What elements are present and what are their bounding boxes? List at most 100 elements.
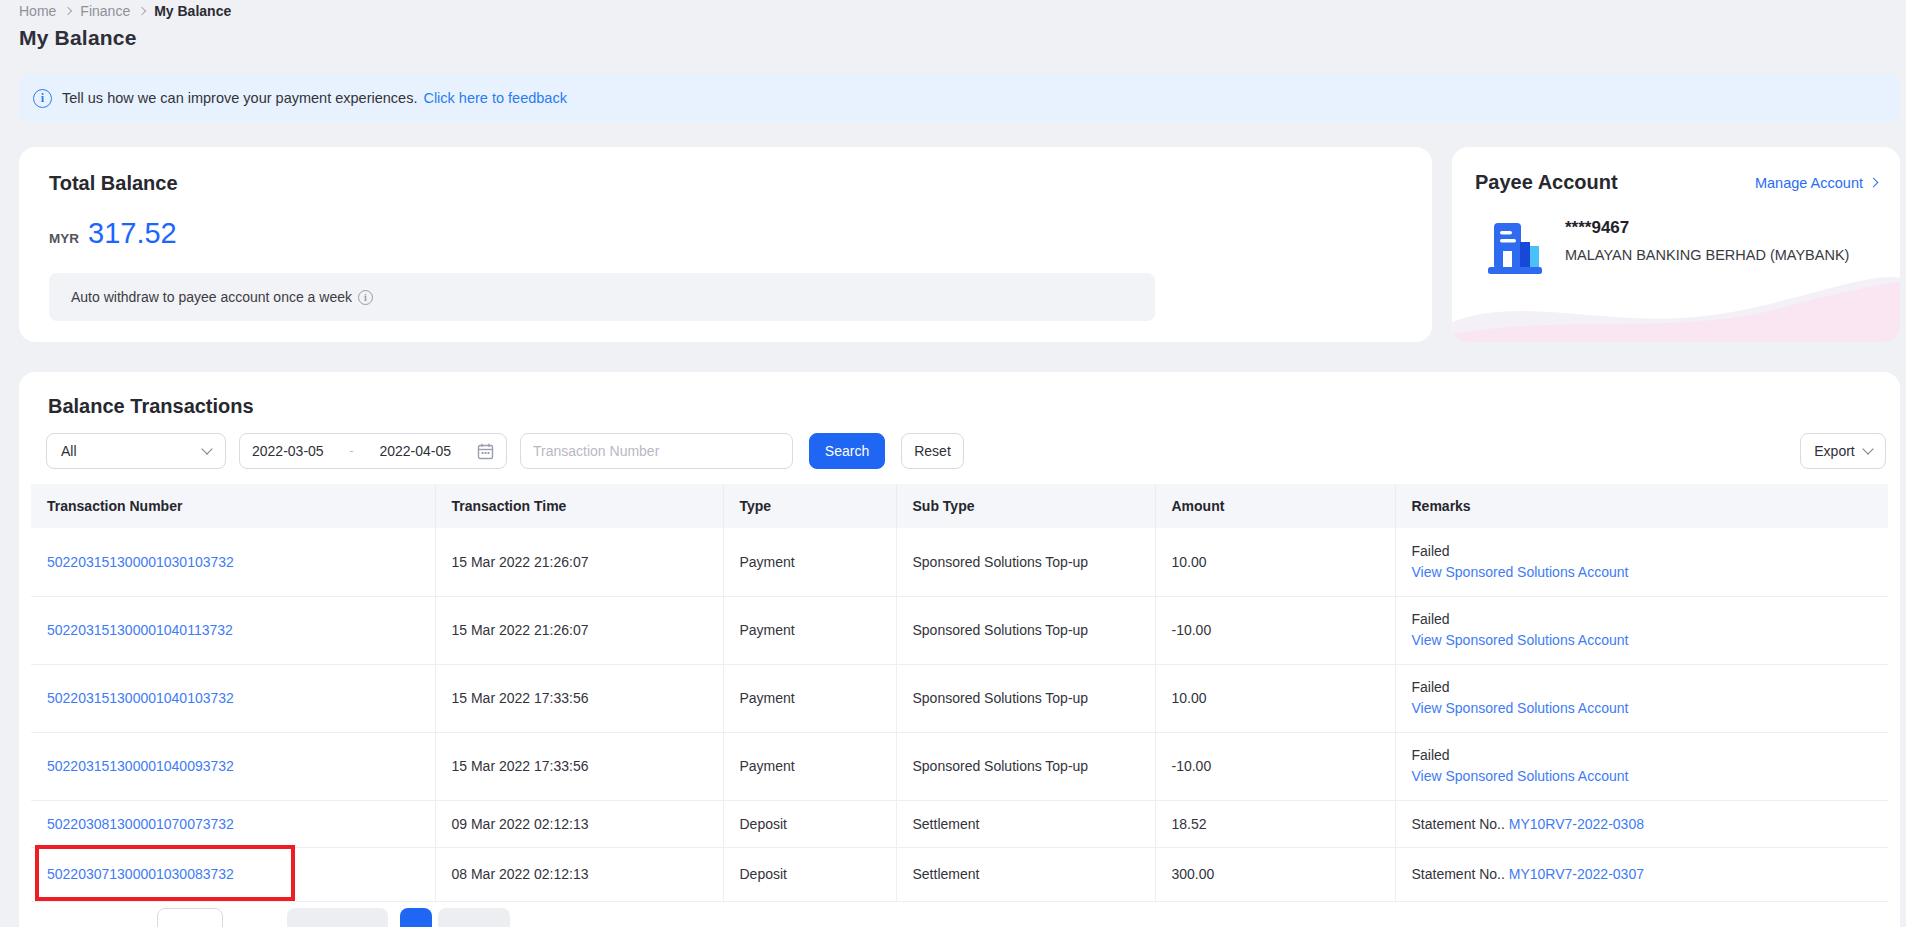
column-header: Transaction Number — [31, 484, 435, 528]
payee-account-number: ****9467 — [1565, 218, 1849, 238]
reset-button[interactable]: Reset — [901, 433, 964, 469]
remark-text: Failed — [1412, 541, 1873, 562]
view-account-link[interactable]: View Sponsored Solutions Account — [1412, 700, 1629, 716]
table-header-row: Transaction NumberTransaction TimeTypeSu… — [31, 484, 1888, 528]
transaction-remarks: Statement No.. MY10RV7-2022-0307 — [1395, 847, 1888, 901]
auto-withdraw-note: Auto withdraw to payee account once a we… — [49, 273, 1155, 321]
transaction-amount: -10.00 — [1155, 732, 1395, 800]
transaction-time: 15 Mar 2022 21:26:07 — [435, 528, 723, 596]
transaction-type: Deposit — [723, 800, 896, 847]
chevron-down-icon — [201, 443, 212, 454]
total-balance-card: Total Balance MYR 317.52 Auto withdraw t… — [19, 147, 1432, 342]
transaction-remarks: Statement No.. MY10RV7-2022-0308 — [1395, 800, 1888, 847]
transaction-subtype: Settlement — [896, 800, 1155, 847]
column-header: Amount — [1155, 484, 1395, 528]
pagination-prev-button[interactable] — [287, 908, 388, 927]
transaction-row: 50220307130000103008373208 Mar 2022 02:1… — [31, 847, 1888, 901]
transaction-number-link[interactable]: 502203151300001040103732 — [47, 690, 234, 706]
payee-account-card: Payee Account Manage Account ****9467 MA… — [1452, 147, 1900, 342]
transaction-number-link[interactable]: 502203071300001030083732 — [47, 866, 234, 882]
transaction-amount: 10.00 — [1155, 664, 1395, 732]
transactions-title: Balance Transactions — [19, 372, 1900, 418]
manage-account-link[interactable]: Manage Account — [1755, 175, 1877, 191]
transaction-time: 09 Mar 2022 02:12:13 — [435, 800, 723, 847]
transaction-row: 502203151300001040113732 15 Mar 2022 21:2… — [31, 596, 1888, 664]
breadcrumb-separator-icon — [64, 7, 72, 15]
payee-account-title: Payee Account — [1475, 171, 1618, 194]
pagination-size-select[interactable] — [157, 908, 223, 927]
statement-link[interactable]: MY10RV7-2022-0308 — [1509, 816, 1644, 832]
column-header: Sub Type — [896, 484, 1155, 528]
feedback-link[interactable]: Click here to feedback — [423, 90, 566, 106]
breadcrumb-current: My Balance — [154, 3, 231, 19]
remark-text: Failed — [1412, 609, 1873, 630]
column-header: Transaction Time — [435, 484, 723, 528]
transaction-row: 502203151300001030103732 15 Mar 2022 21:2… — [31, 528, 1888, 596]
transaction-type: Payment — [723, 596, 896, 664]
banner-text: Tell us how we can improve your payment … — [62, 90, 417, 106]
pagination-next-button[interactable] — [438, 908, 510, 927]
transaction-number-link[interactable]: 502203151300001040113732 — [47, 622, 233, 638]
feedback-banner: i Tell us how we can improve your paymen… — [19, 74, 1900, 122]
transaction-amount: 10.00 — [1155, 528, 1395, 596]
transaction-remarks: Failed View Sponsored Solutions Account — [1395, 596, 1888, 664]
balance-amount: 317.52 — [88, 217, 177, 250]
transaction-number-link[interactable]: 502203151300001040093732 — [47, 758, 234, 774]
transaction-subtype: Sponsored Solutions Top-up — [896, 596, 1155, 664]
breadcrumb-home[interactable]: Home — [19, 3, 56, 19]
balance-amount-row: MYR 317.52 — [49, 217, 1402, 250]
my-balance-page: Home Finance My Balance My Balance i Tel… — [0, 0, 1906, 927]
transaction-type: Deposit — [723, 847, 896, 901]
remark-text: Failed — [1412, 745, 1873, 766]
chevron-right-icon — [1869, 178, 1879, 188]
remark-text: Statement No.. — [1412, 866, 1505, 882]
export-button[interactable]: Export — [1800, 433, 1886, 469]
date-from[interactable]: 2022-03-05 — [252, 443, 324, 459]
transaction-row: 502203151300001040093732 15 Mar 2022 17:3… — [31, 732, 1888, 800]
transaction-remarks: Failed View Sponsored Solutions Account — [1395, 664, 1888, 732]
transactions-filters: All 2022-03-05 - 2022-04-05 Search Reset — [46, 433, 1886, 469]
payee-bank-name: MALAYAN BANKING BERHAD (MAYBANK) — [1565, 247, 1849, 263]
view-account-link[interactable]: View Sponsored Solutions Account — [1412, 564, 1629, 580]
transaction-type: Payment — [723, 664, 896, 732]
transaction-amount: -10.00 — [1155, 596, 1395, 664]
type-filter-select[interactable]: All — [46, 433, 226, 469]
page-title: My Balance — [19, 26, 1900, 50]
note-info-icon[interactable]: i — [358, 290, 373, 305]
transaction-number-input[interactable] — [520, 433, 793, 469]
transaction-number-link[interactable]: 502203081300001070073732 — [47, 816, 234, 832]
date-range-picker[interactable]: 2022-03-05 - 2022-04-05 — [239, 433, 507, 469]
pagination — [19, 908, 1900, 927]
summary-cards-row: Total Balance MYR 317.52 Auto withdraw t… — [19, 147, 1900, 342]
transaction-type: Payment — [723, 732, 896, 800]
transaction-time: 15 Mar 2022 21:26:07 — [435, 596, 723, 664]
date-to[interactable]: 2022-04-05 — [379, 443, 451, 459]
transaction-time: 15 Mar 2022 17:33:56 — [435, 732, 723, 800]
transaction-subtype: Sponsored Solutions Top-up — [896, 732, 1155, 800]
transaction-subtype: Settlement — [896, 847, 1155, 901]
currency-label: MYR — [49, 231, 79, 246]
info-icon: i — [33, 89, 52, 108]
balance-transactions-card: Balance Transactions All 2022-03-05 - 20… — [19, 372, 1900, 927]
transaction-type: Payment — [723, 528, 896, 596]
chevron-down-icon — [1862, 443, 1873, 454]
search-button[interactable]: Search — [809, 433, 885, 469]
view-account-link[interactable]: View Sponsored Solutions Account — [1412, 632, 1629, 648]
transaction-amount: 300.00 — [1155, 847, 1395, 901]
bank-icon — [1487, 218, 1543, 276]
total-balance-title: Total Balance — [49, 172, 1402, 195]
transaction-amount: 18.52 — [1155, 800, 1395, 847]
transaction-subtype: Sponsored Solutions Top-up — [896, 664, 1155, 732]
remark-text: Statement No.. — [1412, 816, 1505, 832]
breadcrumb-finance[interactable]: Finance — [80, 3, 130, 19]
statement-link[interactable]: MY10RV7-2022-0307 — [1509, 866, 1644, 882]
pagination-current-page-button[interactable] — [400, 908, 432, 927]
transaction-remarks: Failed View Sponsored Solutions Account — [1395, 732, 1888, 800]
column-header: Type — [723, 484, 896, 528]
breadcrumb-separator-icon — [138, 7, 146, 15]
column-header: Remarks — [1395, 484, 1888, 528]
transaction-number-link[interactable]: 502203151300001030103732 — [47, 554, 234, 570]
remark-text: Failed — [1412, 677, 1873, 698]
view-account-link[interactable]: View Sponsored Solutions Account — [1412, 768, 1629, 784]
auto-withdraw-text: Auto withdraw to payee account once a we… — [71, 289, 352, 305]
